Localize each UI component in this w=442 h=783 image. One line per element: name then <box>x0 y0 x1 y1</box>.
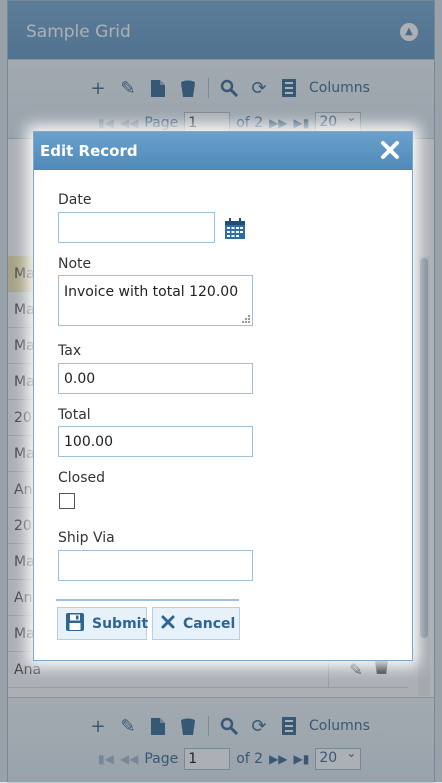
closed-checkbox[interactable] <box>59 493 75 509</box>
total-label: Total <box>58 407 91 423</box>
cancel-button[interactable]: Cancel <box>152 607 240 640</box>
closed-label: Closed <box>58 470 106 486</box>
tax-label: Tax <box>58 343 82 359</box>
dialog-title: Edit Record <box>40 142 138 160</box>
submit-label: Submit <box>92 615 149 632</box>
dialog-header: Edit Record <box>34 132 412 170</box>
tax-field[interactable] <box>58 363 253 394</box>
note-label: Note <box>58 256 92 272</box>
cancel-label: Cancel <box>183 615 236 632</box>
edit-record-dialog: Edit Record Date Note Invoice with total… <box>33 131 413 661</box>
date-field[interactable] <box>58 212 215 243</box>
cancel-icon <box>161 615 175 633</box>
note-text: Invoice with total 120.00 <box>64 284 239 300</box>
calendar-icon[interactable] <box>224 218 246 240</box>
ship-via-field[interactable] <box>58 550 253 581</box>
close-icon[interactable] <box>380 140 400 160</box>
submit-button[interactable]: Submit <box>57 607 149 640</box>
resize-grip-icon[interactable] <box>240 313 250 323</box>
note-textarea[interactable]: Invoice with total 120.00 <box>58 275 253 326</box>
button-divider <box>56 599 239 601</box>
date-label: Date <box>58 192 92 208</box>
save-icon <box>66 612 84 635</box>
ship-via-label: Ship Via <box>58 530 115 546</box>
total-field[interactable] <box>58 426 253 457</box>
